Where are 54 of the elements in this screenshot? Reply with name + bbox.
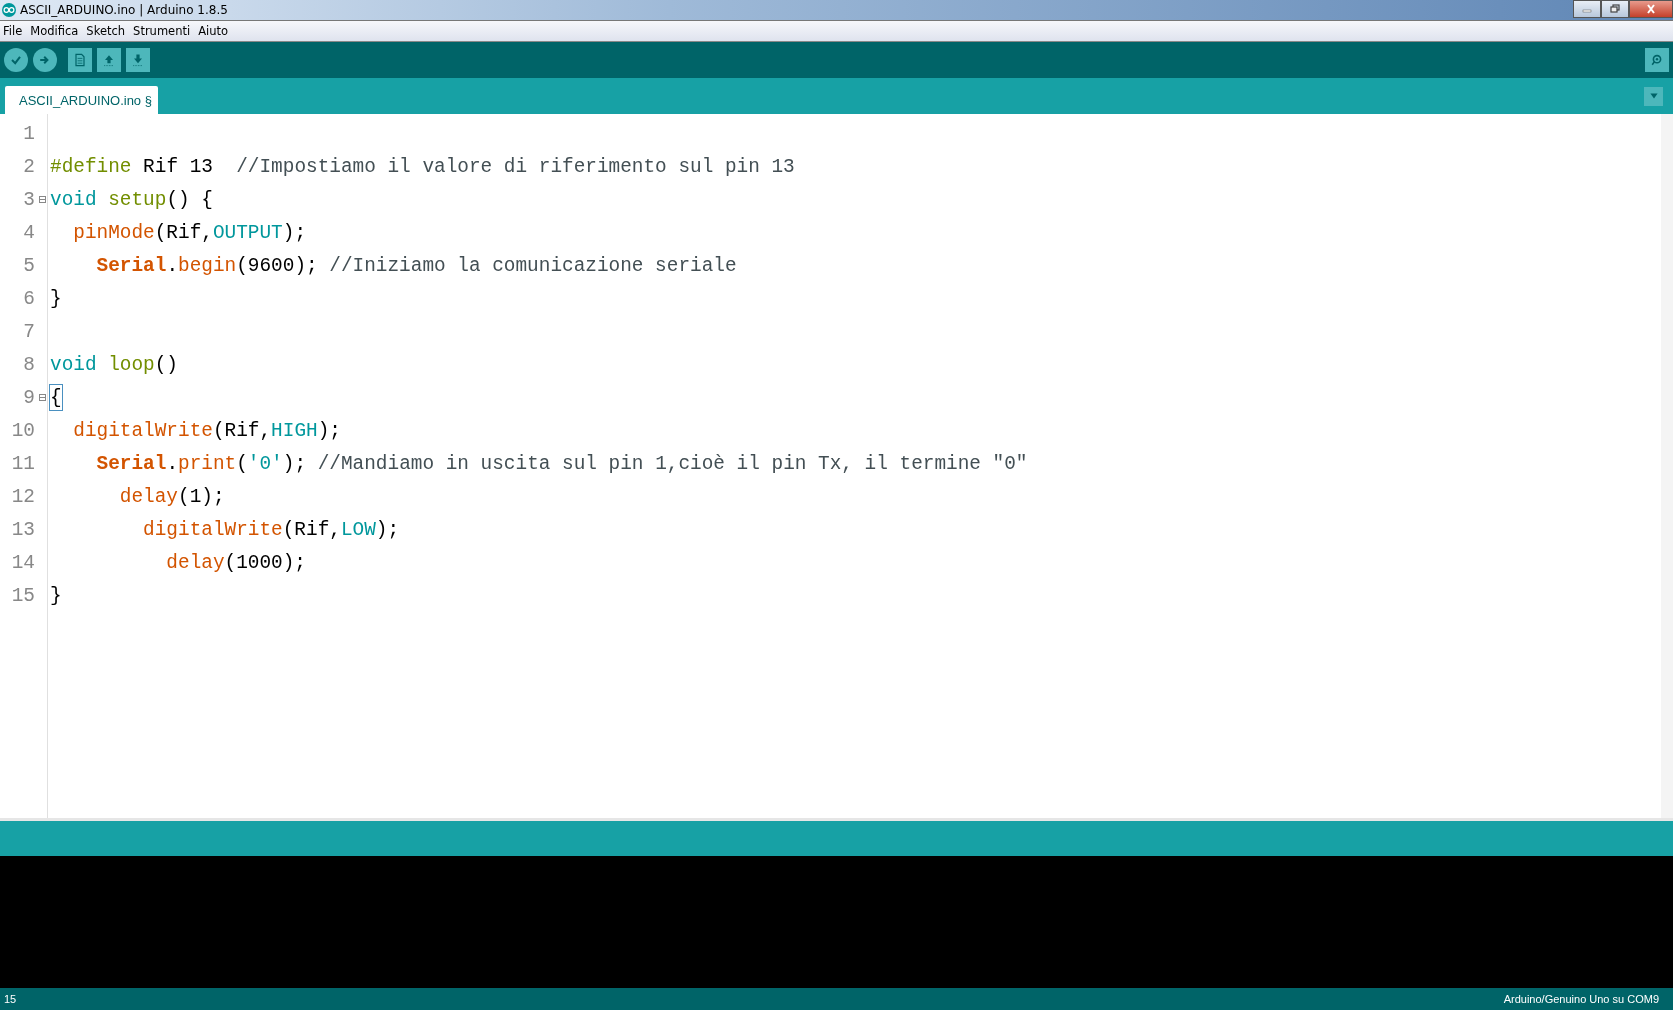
save-button[interactable]	[126, 48, 150, 72]
maximize-icon	[1609, 4, 1621, 14]
line-number: 11	[11, 452, 35, 475]
code-line: }	[50, 287, 62, 310]
minimize-button[interactable]	[1573, 0, 1601, 18]
maximize-button[interactable]	[1601, 0, 1629, 18]
line-number: 5	[23, 254, 35, 277]
code-line: delay(1000);	[165, 551, 306, 574]
menu-item[interactable]: Modifica	[30, 24, 79, 38]
line-number: 10	[11, 419, 35, 442]
line-number: 3	[23, 188, 35, 211]
line-number: 4	[23, 221, 35, 244]
line-number: 1	[23, 122, 35, 145]
line-number: 7	[23, 320, 35, 343]
code-line: {	[50, 386, 62, 409]
code-line: Serial.print('0'); //Mandiamo in uscita sul pin 1,cioè il pin Tx, il termine "0"	[95, 452, 1028, 475]
code-line: void setup() {	[50, 188, 213, 211]
serial-monitor-button[interactable]	[1645, 48, 1669, 72]
menu-item[interactable]: File	[3, 24, 23, 38]
line-number: 13	[11, 518, 35, 541]
open-button[interactable]	[97, 48, 121, 72]
line-number: 12	[11, 485, 35, 508]
document-icon	[72, 52, 88, 68]
code-line: digitalWrite(Rif,LOW);	[142, 518, 400, 541]
line-indicator: 15	[4, 993, 17, 1005]
verify-button[interactable]	[4, 48, 28, 72]
window-title: ASCII_ARDUINO.ino | Arduino 1.8.5	[20, 3, 228, 17]
code-line: digitalWrite(Rif,HIGH);	[72, 419, 341, 442]
fold-icon[interactable]	[39, 394, 46, 401]
line-number: 6	[23, 287, 35, 310]
line-number: 2	[23, 155, 35, 178]
line-number: 14	[11, 551, 35, 574]
code-line: }	[50, 584, 62, 607]
tab-menu-button[interactable]	[1644, 86, 1663, 106]
line-number: 8	[23, 353, 35, 376]
file-tab[interactable]: ASCII_ARDUINO.ino §	[5, 86, 158, 114]
code-line: void loop()	[50, 353, 178, 376]
app-logo-icon	[2, 3, 16, 17]
menu-item[interactable]: Sketch	[86, 24, 126, 38]
code-line: #define Rif 13 //Impostiamo il valore di riferimento sul pin 13	[50, 155, 795, 178]
menu-item[interactable]: Aiuto	[198, 24, 229, 38]
close-button[interactable]	[1629, 0, 1673, 18]
code-line: delay(1);	[118, 485, 225, 508]
line-number: 9	[23, 386, 35, 409]
close-icon	[1645, 4, 1657, 14]
code-line: pinMode(Rif,OUTPUT);	[72, 221, 307, 244]
fold-icon[interactable]	[39, 196, 46, 203]
code-line: Serial.begin(9600); //Iniziamo la comunicazione seriale	[95, 254, 737, 277]
upload-button[interactable]	[33, 48, 57, 72]
new-button[interactable]	[68, 48, 92, 72]
menu-item[interactable]: Strumenti	[133, 24, 191, 38]
scrollbar[interactable]	[1661, 114, 1673, 818]
line-number: 15	[11, 584, 35, 607]
board-info: Arduino/Genuino Uno su COM9	[1503, 993, 1659, 1005]
